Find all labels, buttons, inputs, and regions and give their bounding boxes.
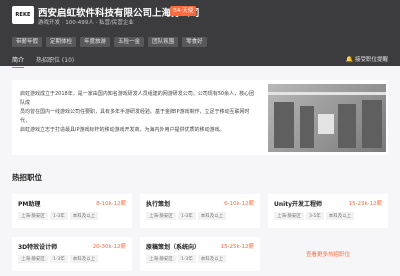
benefit-tag: 五险一金	[114, 37, 145, 47]
job-location: 上海·静安区	[146, 212, 176, 220]
job-card[interactable]: 执行策划 6-10k·12薪 上海·静安区 1-3年 本科及以上	[140, 194, 260, 228]
benefit-tags: 带薪年假 定期体检 年度旅游 五险一金 团队氛围 零食好	[12, 37, 207, 47]
job-meta: 上海·静安区 1-3年 本科及以上	[146, 255, 227, 263]
benefit-tag: 团队氛围	[148, 37, 179, 47]
job-title: 原稿策划（系统向）	[146, 244, 201, 251]
benefit-tag: 带薪年假	[12, 37, 43, 47]
job-experience: 1-3年	[49, 255, 68, 263]
intro-line: 启虹游戏立志于打造最具IP游戏标杆的移动游戏开发商，为海内外用户提供优质的移动游…	[20, 127, 225, 133]
job-salary: 6-10k·12薪	[224, 201, 254, 207]
intro-line: 员均曾在国内一线游戏公司任要职，具有多年手游研发经验。基于金牌IP游戏制作，立足…	[20, 109, 250, 124]
job-experience: 1-3年	[177, 212, 196, 220]
job-education: 本科及以上	[325, 212, 355, 220]
job-education: 本科及以上	[69, 212, 99, 220]
job-meta: 上海·静安区 1-3年 本科及以上	[18, 212, 99, 220]
job-title: 3D特效设计师	[18, 244, 58, 251]
job-meta: 上海·静安区 1-3年 本科及以上	[18, 255, 99, 263]
job-salary: 15-23k·12薪	[348, 201, 382, 207]
job-title: 执行策划	[146, 201, 171, 208]
follow-alert-button[interactable]: 🔔 接受职位提醒	[345, 55, 389, 64]
job-salary: 20-30k·12薪	[92, 244, 126, 250]
company-tabs: 简介 热招职位 (10)	[12, 55, 74, 68]
job-education: 本科及以上	[197, 255, 227, 263]
job-meta: 上海·静安区 3-5年 本科及以上	[274, 212, 355, 220]
hot-jobs-title: 热招职位	[12, 173, 42, 182]
company-logo: REKE	[12, 6, 34, 24]
job-meta: 上海·静安区 1-3年 本科及以上	[146, 212, 227, 220]
job-salary: 15-25k·12薪	[220, 244, 254, 250]
view-more-jobs-link[interactable]: 查看更多热招职位	[268, 237, 388, 271]
job-location: 上海·静安区	[146, 255, 176, 263]
job-title: PM助理	[18, 201, 41, 208]
tab-intro[interactable]: 简介	[12, 55, 25, 68]
job-experience: 3-5年	[305, 212, 324, 220]
job-card[interactable]: PM助理 8-10k·12薪 上海·静安区 1-3年 本科及以上	[12, 194, 132, 228]
follow-alert-label: 接受职位提醒	[354, 57, 388, 63]
job-location: 上海·静安区	[18, 212, 48, 220]
intro-line: 启虹游戏成立于2018年，是一家由国内知名游戏研发人员组建的网游研发公司。公司现…	[20, 91, 255, 106]
benefit-tag: 定期体检	[46, 37, 77, 47]
job-card[interactable]: 3D特效设计师 20-30k·12薪 上海·静安区 1-3年 本科及以上	[12, 237, 132, 271]
job-education: 本科及以上	[197, 212, 227, 220]
tab-hot-jobs[interactable]: 热招职位 (10)	[36, 55, 74, 67]
job-salary: 8-10k·12薪	[96, 201, 126, 207]
benefit-tag: 零食好	[182, 37, 207, 47]
job-title: Unity开发工程师	[274, 201, 322, 208]
job-experience: 1-3年	[177, 255, 196, 263]
job-experience: 1-3年	[49, 212, 68, 220]
company-meta: 游戏开发 · 100-499人 · 私营/民营企业	[38, 20, 134, 26]
job-location: 上海·静安区	[274, 212, 304, 220]
job-card[interactable]: 原稿策划（系统向） 15-25k·12薪 上海·静安区 1-3年 本科及以上	[140, 237, 260, 271]
job-education: 本科及以上	[69, 255, 99, 263]
company-intro-text: 启虹游戏成立于2018年，是一家由国内知名游戏研发人员组建的网游研发公司。公司现…	[20, 90, 256, 135]
benefit-tag: 年度旅游	[80, 37, 111, 47]
company-intro-card: 启虹游戏成立于2018年，是一家由国内知名游戏研发人员组建的网游研发公司。公司现…	[12, 80, 388, 155]
funding-badge: B4-天使	[170, 6, 197, 16]
bell-icon: 🔔	[345, 55, 353, 63]
job-location: 上海·静安区	[18, 255, 48, 263]
company-header: REKE 西安启虹软件科技有限公司上海分公司 B4-天使 游戏开发 · 100-…	[0, 0, 400, 68]
job-card[interactable]: Unity开发工程师 15-23k·12薪 上海·静安区 3-5年 本科及以上	[268, 194, 388, 228]
office-photo	[268, 84, 386, 152]
